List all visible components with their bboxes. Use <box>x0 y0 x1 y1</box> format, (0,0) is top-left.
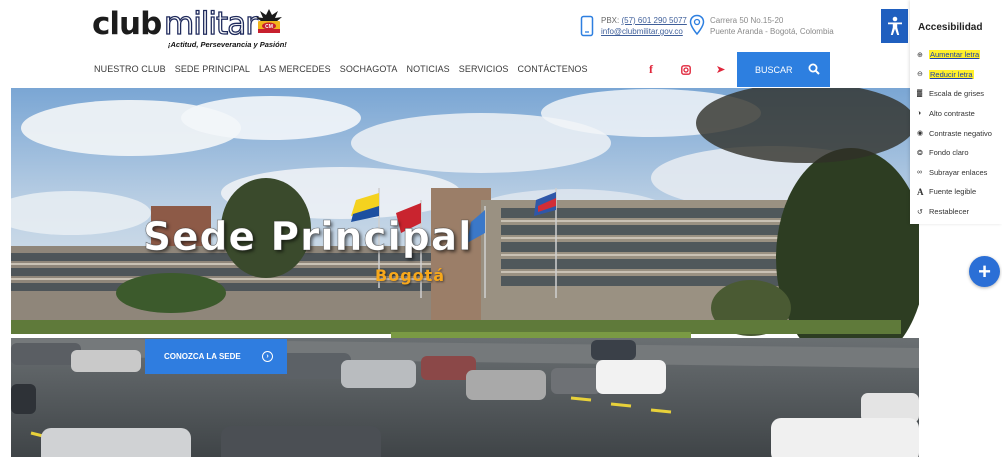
nav-item-nuestro-club[interactable]: NUESTRO CLUB <box>94 64 166 76</box>
accessibility-panel: Accesibilidad ⊕ Aumentar letra ⊖ Reducir… <box>910 0 1002 224</box>
grayscale-icon: ▓ <box>917 90 923 98</box>
floating-plus-button[interactable]: + <box>969 256 1000 287</box>
a11y-option-reducir-letra[interactable]: ⊖ Reducir letra <box>917 65 992 85</box>
cta-label: CONOZCA LA SEDE <box>164 352 241 361</box>
nav-item-las-mercedes[interactable]: LAS MERCEDES <box>259 64 331 76</box>
plus-icon: + <box>978 258 991 284</box>
instagram-icon <box>681 64 691 75</box>
hero-photo <box>11 88 919 457</box>
youtube-link[interactable] <box>705 52 737 87</box>
a11y-option-alto-contraste[interactable]: ◑ Alto contraste <box>917 104 992 124</box>
hero-title: Sede Principal <box>143 215 473 261</box>
circle-arrow-icon: › <box>262 351 273 362</box>
lightbulb-icon: ❂ <box>917 149 923 157</box>
search-button-label: BUSCAR <box>755 64 793 75</box>
eye-icon: ◉ <box>917 130 924 138</box>
email-link[interactable]: info@clubmilitar.gov.co <box>601 27 683 36</box>
phone-icon <box>580 15 594 37</box>
logo-text-club: club <box>92 6 162 42</box>
address-line-2: Puente Aranda - Bogotá, Colombia <box>710 27 834 36</box>
a11y-option-aumentar-letra[interactable]: ⊕ Aumentar letra <box>917 45 992 65</box>
phone-label: PBX: <box>601 16 620 25</box>
zoom-out-icon: ⊖ <box>917 71 923 79</box>
logo-slogan: ¡Actitud, Perseverancia y Pasión! <box>168 40 287 49</box>
a11y-option-label: Reducir letra <box>929 69 974 79</box>
accessibility-title: Accesibilidad <box>918 22 983 33</box>
logo-emblem-text: CM <box>265 24 273 30</box>
conozca-la-sede-button[interactable]: CONOZCA LA SEDE › <box>145 339 287 374</box>
a11y-option-label: Escala de grises <box>929 89 985 99</box>
main-navigation: NUESTRO CLUB SEDE PRINCIPAL LAS MERCEDES… <box>94 64 588 76</box>
a11y-option-fuente-legible[interactable]: A Fuente legible <box>917 182 992 202</box>
contact-address-block: Carrera 50 No.15-20 Puente Aranda - Bogo… <box>710 15 834 37</box>
instagram-link[interactable] <box>670 52 702 87</box>
font-icon: A <box>917 186 924 197</box>
nav-item-servicios[interactable]: SERVICIOS <box>459 64 509 76</box>
logo-emblem-icon: CM <box>256 9 282 33</box>
hero-banner: Sede Principal Bogotá CONOZCA LA SEDE › <box>11 88 919 457</box>
nav-item-sede-principal[interactable]: SEDE PRINCIPAL <box>175 64 250 76</box>
contact-phone-block: PBX: (57) 601 290 5077 info@clubmilitar.… <box>601 15 687 37</box>
youtube-icon <box>717 66 725 73</box>
a11y-option-label: Alto contraste <box>929 109 975 119</box>
a11y-option-label: Subrayar enlaces <box>929 167 988 177</box>
accessibility-person-icon <box>887 16 902 35</box>
reset-icon: ↺ <box>917 208 923 216</box>
address-line-1: Carrera 50 No.15-20 <box>710 16 784 25</box>
a11y-option-label: Contraste negativo <box>929 128 992 138</box>
logo-text-militar: militar <box>163 5 258 42</box>
accessibility-toggle-button[interactable] <box>881 9 908 43</box>
nav-item-contactenos[interactable]: CONTÁCTENOS <box>518 64 588 76</box>
a11y-option-contraste-negativo[interactable]: ◉ Contraste negativo <box>917 123 992 143</box>
a11y-option-label: Aumentar letra <box>929 50 981 60</box>
contrast-icon: ◑ <box>917 110 922 118</box>
facebook-link[interactable]: f <box>635 52 667 87</box>
site-header: club militar CM ¡Actitud, Perseverancia … <box>0 0 1002 87</box>
a11y-option-subrayar-enlaces[interactable]: ∞ Subrayar enlaces <box>917 163 992 183</box>
site-logo[interactable]: club militar CM ¡Actitud, Perseverancia … <box>92 5 292 50</box>
a11y-option-escala-grises[interactable]: ▓ Escala de grises <box>917 84 992 104</box>
a11y-option-label: Fondo claro <box>929 148 969 158</box>
search-button[interactable]: BUSCAR <box>737 52 830 87</box>
zoom-in-icon: ⊕ <box>917 51 923 59</box>
nav-item-noticias[interactable]: NOTICIAS <box>406 64 449 76</box>
a11y-option-fondo-claro[interactable]: ❂ Fondo claro <box>917 143 992 163</box>
map-pin-icon <box>689 14 705 36</box>
phone-link[interactable]: (57) 601 290 5077 <box>621 16 686 25</box>
accessibility-options: ⊕ Aumentar letra ⊖ Reducir letra ▓ Escal… <box>917 45 992 221</box>
search-icon <box>808 63 820 75</box>
a11y-option-label: Restablecer <box>929 207 970 217</box>
a11y-option-label: Fuente legible <box>929 187 977 197</box>
nav-item-sochagota[interactable]: SOCHAGOTA <box>340 64 398 76</box>
a11y-option-restablecer[interactable]: ↺ Restablecer <box>917 202 992 222</box>
hero-subtitle: Bogotá <box>375 266 446 285</box>
link-icon: ∞ <box>917 168 922 176</box>
facebook-icon: f <box>649 62 653 76</box>
